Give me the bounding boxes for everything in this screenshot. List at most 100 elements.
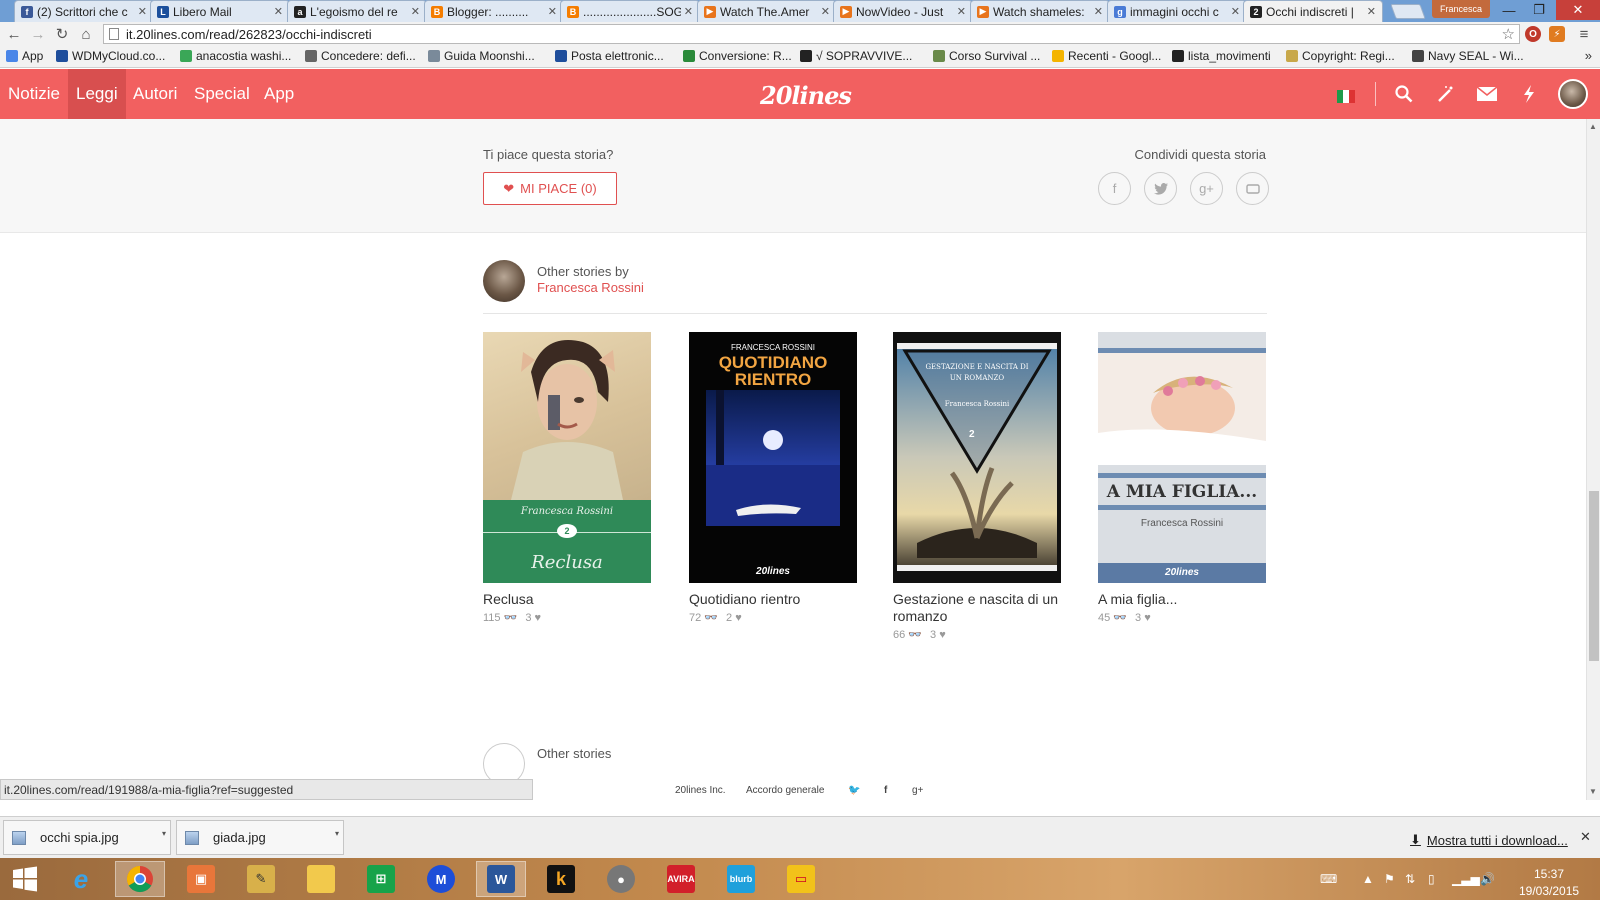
bookmark-item[interactable]: Copyright: Regi... <box>1286 49 1395 63</box>
browser-tab[interactable]: 2 Occhi indiscreti | ✕ <box>1243 0 1383 22</box>
bookmark-item[interactable]: √ SOPRAVVIVE... <box>800 49 912 63</box>
close-tab-icon[interactable]: ✕ <box>957 5 966 18</box>
taskbar-app[interactable]: ● <box>596 861 646 897</box>
keyboard-icon[interactable]: ⌨ <box>1320 872 1337 886</box>
nav-leggi[interactable]: Leggi <box>68 69 126 119</box>
bookmark-item[interactable]: anacostia washi... <box>180 49 291 63</box>
scroll-thumb[interactable] <box>1589 491 1599 661</box>
user-avatar[interactable] <box>1558 79 1588 109</box>
search-icon[interactable] <box>1392 82 1416 106</box>
notifications-bolt-icon[interactable] <box>1517 82 1541 106</box>
new-tab-button[interactable] <box>1390 4 1426 19</box>
close-tab-icon[interactable]: ✕ <box>1367 5 1376 18</box>
bookmark-item[interactable]: Recenti - Googl... <box>1052 49 1161 63</box>
taskbar-chrome[interactable] <box>115 861 165 897</box>
download-item[interactable]: giada.jpg ▾ <box>176 820 344 855</box>
forward-icon[interactable]: → <box>28 24 48 44</box>
italy-flag-icon[interactable] <box>1337 90 1355 103</box>
bookmark-item[interactable]: Conversione: R... <box>683 49 792 63</box>
volume-icon[interactable]: 🔊 <box>1480 872 1495 886</box>
browser-tab[interactable]: ▶ NowVideo - Just ✕ <box>833 0 973 22</box>
nav-notizie[interactable]: Notizie <box>0 69 68 119</box>
write-icon[interactable] <box>1433 82 1457 106</box>
site-logo[interactable]: 20lines <box>760 81 852 110</box>
bookmark-item[interactable]: WDMyCloud.co... <box>56 49 165 63</box>
footer-facebook-icon[interactable]: f <box>884 785 887 796</box>
clock-date[interactable]: 19/03/2015 <box>1519 884 1579 898</box>
browser-tab[interactable]: g immagini occhi c ✕ <box>1107 0 1247 22</box>
browser-tab[interactable]: B ......................SOGN✕ <box>560 0 700 22</box>
browser-tab[interactable]: a L'egoismo del re ✕ <box>287 0 427 22</box>
minimize-icon[interactable]: — <box>1494 0 1524 20</box>
download-item[interactable]: occhi spia.jpg ▾ <box>3 820 171 855</box>
show-all-downloads-link[interactable]: ⬇ Mostra tutti i download... <box>1410 832 1568 848</box>
embed-icon[interactable] <box>1236 172 1269 205</box>
address-bar[interactable]: it.20lines.com/read/262823/occhi-indiscr… <box>103 24 1520 44</box>
home-icon[interactable]: ⌂ <box>76 24 96 44</box>
signal-icon[interactable]: ▁▃▅ <box>1452 872 1480 886</box>
twitter-icon[interactable] <box>1144 172 1177 205</box>
close-tab-icon[interactable]: ✕ <box>274 5 283 18</box>
bookmark-item[interactable]: lista_movimenti <box>1172 49 1271 63</box>
taskbar-ie[interactable]: e <box>56 861 106 897</box>
story-card[interactable]: FRANCESCA ROSSINI QUOTIDIANO RIENTRO 20l… <box>689 332 857 624</box>
page-scrollbar[interactable]: ▲ ▼ <box>1586 119 1600 800</box>
facebook-icon[interactable]: f <box>1098 172 1131 205</box>
show-hidden-icons[interactable]: ▲ <box>1362 872 1374 886</box>
close-tab-icon[interactable]: ✕ <box>138 5 147 18</box>
bookmark-item[interactable]: Posta elettronic... <box>555 49 664 63</box>
browser-tab[interactable]: f (2) Scrittori che c ✕ <box>14 0 154 22</box>
browser-tab[interactable]: L Libero Mail ✕ <box>150 0 290 22</box>
nav-special[interactable]: Special <box>186 69 258 119</box>
taskbar-blurb[interactable]: blurb <box>716 861 766 897</box>
scroll-down-icon[interactable]: ▼ <box>1589 787 1597 796</box>
clock-time[interactable]: 15:37 <box>1534 867 1564 881</box>
reload-icon[interactable]: ↻ <box>52 24 72 44</box>
story-cover[interactable]: Francesca Rossini 2 Reclusa <box>483 332 651 583</box>
download-menu-icon[interactable]: ▾ <box>162 829 166 838</box>
nav-autori[interactable]: Autori <box>125 69 185 119</box>
story-card[interactable]: Francesca Rossini 2 Reclusa Reclusa 115 … <box>483 332 651 624</box>
google-plus-icon[interactable]: g+ <box>1190 172 1223 205</box>
taskbar-app[interactable]: ▣ <box>176 861 226 897</box>
scroll-up-icon[interactable]: ▲ <box>1589 122 1597 131</box>
start-button[interactable] <box>0 861 50 897</box>
close-window-icon[interactable]: ✕ <box>1556 0 1600 20</box>
story-title[interactable]: Gestazione e nascita di un romanzo <box>893 591 1061 625</box>
close-tab-icon[interactable]: ✕ <box>821 5 830 18</box>
taskbar-app[interactable]: k <box>536 861 586 897</box>
browser-tab[interactable]: ▶ Watch The.Amer ✕ <box>697 0 837 22</box>
taskbar-app[interactable]: M <box>416 861 466 897</box>
taskbar-explorer[interactable] <box>296 861 346 897</box>
opera-extension-icon[interactable]: O <box>1525 26 1541 42</box>
more-bookmarks-icon[interactable]: » <box>1585 48 1592 63</box>
taskbar-avira[interactable]: AVIRA <box>656 861 706 897</box>
browser-tab[interactable]: ▶ Watch shameles: ✕ <box>970 0 1110 22</box>
nav-app[interactable]: App <box>256 69 302 119</box>
taskbar-store[interactable]: ⊞ <box>356 861 406 897</box>
battery-icon[interactable]: ▯ <box>1428 872 1435 886</box>
close-tab-icon[interactable]: ✕ <box>1231 5 1240 18</box>
bookmark-item[interactable]: Navy SEAL - Wi... <box>1412 49 1524 63</box>
story-title[interactable]: Reclusa <box>483 591 651 608</box>
bookmark-star-icon[interactable]: ☆ <box>1502 25 1515 43</box>
like-button[interactable]: ❤ MI PIACE (0) <box>483 172 617 205</box>
close-tab-icon[interactable]: ✕ <box>1094 5 1103 18</box>
story-card[interactable]: GESTAZIONE E NASCITA DI UN ROMANZO Franc… <box>893 332 1061 641</box>
browser-tab[interactable]: B Blogger: .......... ✕ <box>424 0 564 22</box>
close-tab-icon[interactable]: ✕ <box>684 5 693 18</box>
menu-icon[interactable]: ≡ <box>1574 24 1594 44</box>
story-cover[interactable]: A MIA FIGLIA... Francesca Rossini 20line… <box>1098 332 1266 583</box>
mail-icon[interactable] <box>1475 82 1499 106</box>
story-card[interactable]: A MIA FIGLIA... Francesca Rossini 20line… <box>1098 332 1266 624</box>
bookmark-item[interactable]: Corso Survival ... <box>933 49 1040 63</box>
action-center-flag-icon[interactable]: ⚑ <box>1384 872 1395 886</box>
taskbar-app[interactable]: ✎ <box>236 861 286 897</box>
taskbar-app[interactable]: ▭ <box>776 861 826 897</box>
taskbar-word[interactable]: W <box>476 861 526 897</box>
bookmark-item[interactable]: Guida Moonshi... <box>428 49 535 63</box>
footer-agreement-link[interactable]: Accordo generale <box>746 785 824 796</box>
profile-badge[interactable]: Francesca <box>1432 0 1490 18</box>
story-title[interactable]: A mia figlia... <box>1098 591 1266 608</box>
author-name-link[interactable]: Francesca Rossini <box>537 280 644 295</box>
